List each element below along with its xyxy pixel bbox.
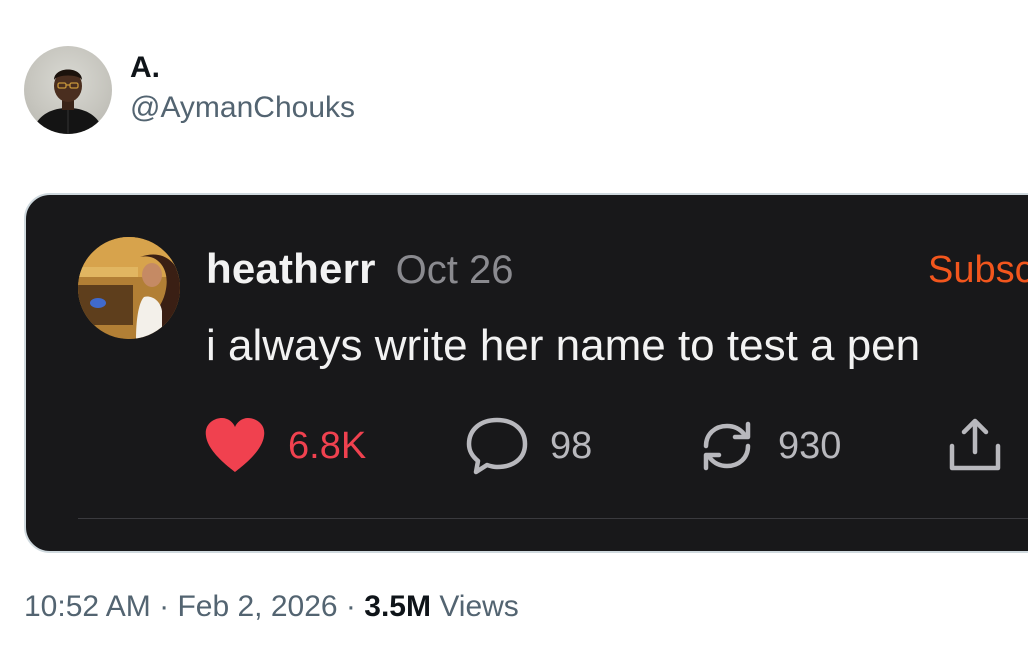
- embedded-username[interactable]: heatherr: [206, 245, 376, 293]
- subscribe-button[interactable]: Subsc: [928, 249, 1028, 292]
- views-label: Views: [439, 590, 519, 623]
- embedded-post-text: i always write her name to test a pen: [206, 321, 921, 370]
- comment-icon: [466, 417, 528, 475]
- card-divider: [78, 518, 1028, 519]
- tweet-time[interactable]: 10:52 AM: [24, 590, 151, 623]
- like-count: 6.8K: [288, 424, 367, 467]
- embedded-post-card: heatherr Oct 26 Subsc i always write her…: [24, 193, 1028, 553]
- like-action[interactable]: 6.8K: [204, 415, 366, 477]
- repost-count: 930: [778, 424, 842, 467]
- author-display-name[interactable]: A.: [130, 49, 355, 87]
- comment-action[interactable]: 98: [466, 415, 592, 477]
- meta-separator: ·: [345, 590, 356, 623]
- author-names: A. @AymanChouks: [130, 49, 355, 127]
- comment-count: 98: [550, 424, 593, 467]
- meta-separator: ·: [159, 590, 170, 623]
- share-icon: [949, 418, 1001, 471]
- embedded-date: Oct 26: [395, 248, 514, 292]
- heart-icon: [205, 418, 265, 472]
- author-handle[interactable]: @AymanChouks: [130, 89, 355, 127]
- embedded-avatar: [78, 237, 180, 339]
- tweet-author: A. @AymanChouks: [24, 46, 355, 134]
- tweet-date[interactable]: Feb 2, 2026: [177, 590, 337, 623]
- embedded-post-header: heatherr Oct 26: [206, 245, 514, 293]
- embedded-avatar-image: [78, 237, 180, 339]
- views-count: 3.5M: [364, 590, 431, 623]
- share-action[interactable]: [946, 415, 1004, 477]
- embedded-post-actions: 6.8K 98 930: [204, 415, 1024, 477]
- avatar[interactable]: [24, 46, 112, 134]
- avatar-portrait: [32, 69, 104, 134]
- tweet-meta: 10:52 AM · Feb 2, 2026 · 3.5M Views: [24, 590, 519, 624]
- repost-icon: [703, 421, 751, 471]
- repost-action[interactable]: 930: [698, 415, 841, 477]
